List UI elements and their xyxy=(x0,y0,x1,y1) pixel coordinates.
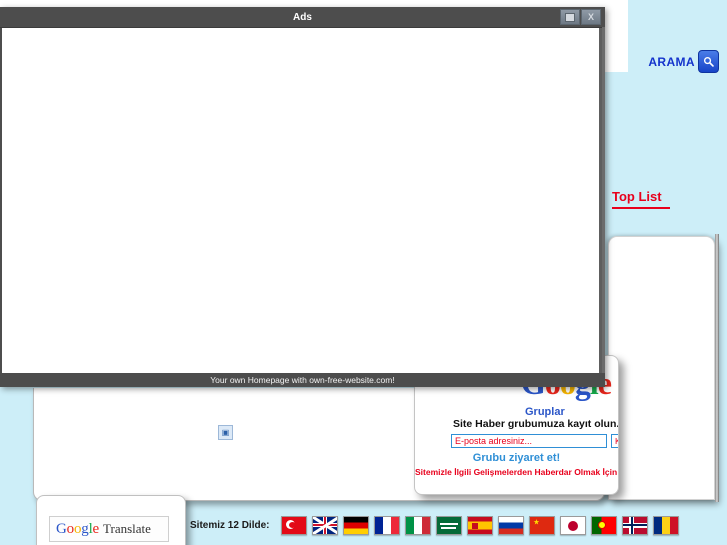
romania-flag[interactable] xyxy=(653,516,680,535)
site-search[interactable]: ARAMA xyxy=(648,50,719,73)
google-translate-logo: Google xyxy=(56,521,99,538)
page-root: ARAMA Top List rhangi Bir şeyin Daha Ağı… xyxy=(0,0,727,545)
logo-letter: o xyxy=(66,520,75,537)
france-flag[interactable] xyxy=(374,516,401,535)
china-flag[interactable] xyxy=(529,516,556,535)
close-window-button[interactable]: X xyxy=(581,9,601,25)
restore-icon xyxy=(565,12,575,22)
language-selector-label: Sitemiz 12 Dilde: xyxy=(190,520,270,531)
turkey-flag[interactable] xyxy=(281,516,308,535)
restore-window-button[interactable] xyxy=(560,9,580,25)
ads-footer-text: Your own Homepage with own-free-website.… xyxy=(210,375,395,385)
russia-flag[interactable] xyxy=(498,516,525,535)
ads-window-title: Ads xyxy=(293,11,312,23)
ads-popup-window: Ads X Your own Homepage with own-free-we… xyxy=(0,7,605,387)
saudi-arabia-flag[interactable] xyxy=(436,516,463,535)
panel-edge-decoration xyxy=(715,234,719,502)
article-panel: rhangi Bir şeyin Daha Ağırlık xyxy=(608,236,715,500)
visit-group-link[interactable]: Grubu ziyaret et! xyxy=(415,452,618,464)
logo-letter: G xyxy=(56,520,67,537)
article-line: rhangi Bir şeyin xyxy=(609,279,714,313)
google-groups-subtitle: Gruplar xyxy=(525,406,565,418)
top-list-section: Top List xyxy=(612,189,727,209)
google-translate-widget[interactable]: Google Translate xyxy=(36,495,186,545)
italy-flag[interactable] xyxy=(405,516,432,535)
article-text: rhangi Bir şeyin Daha Ağırlık xyxy=(609,279,714,347)
logo-letter: g xyxy=(81,520,89,537)
subscribe-button[interactable]: Kayıt ol xyxy=(611,434,618,448)
japan-flag[interactable] xyxy=(560,516,587,535)
spain-flag[interactable] xyxy=(467,516,494,535)
ads-title-bar[interactable]: Ads X xyxy=(0,7,605,28)
subscribe-heading: Site Haber grubumuza kayıt olun... xyxy=(453,418,619,430)
email-input[interactable] xyxy=(451,434,607,448)
broken-image-glyph: ▣ xyxy=(221,427,230,437)
broken-image-icon: ▣ xyxy=(218,425,233,440)
logo-letter: e xyxy=(92,520,100,537)
google-translate-label: Translate xyxy=(103,521,151,536)
article-line: Daha Ağırlık xyxy=(609,313,714,347)
portugal-flag[interactable] xyxy=(591,516,618,535)
window-controls: X xyxy=(560,9,601,25)
google-translate-button[interactable]: Google Translate xyxy=(49,516,169,542)
flag-list xyxy=(281,516,680,535)
norway-flag[interactable] xyxy=(622,516,649,535)
ads-footer-bar: Your own Homepage with own-free-website.… xyxy=(0,373,605,387)
language-selector: Sitemiz 12 Dilde: xyxy=(190,516,680,535)
germany-flag[interactable] xyxy=(343,516,370,535)
top-list-title: Top List xyxy=(612,189,662,204)
ads-content-frame xyxy=(2,28,602,373)
united-kingdom-flag[interactable] xyxy=(312,516,339,535)
ads-window-edge xyxy=(602,27,605,373)
close-icon: X xyxy=(587,11,594,22)
search-icon[interactable] xyxy=(698,50,719,73)
top-list-underline xyxy=(612,207,670,209)
search-label: ARAMA xyxy=(648,54,695,69)
subscribe-note: Sitemizle İlgili Gelişmelerden Haberdar … xyxy=(415,467,618,477)
subscribe-form: Kayıt ol xyxy=(451,434,618,448)
